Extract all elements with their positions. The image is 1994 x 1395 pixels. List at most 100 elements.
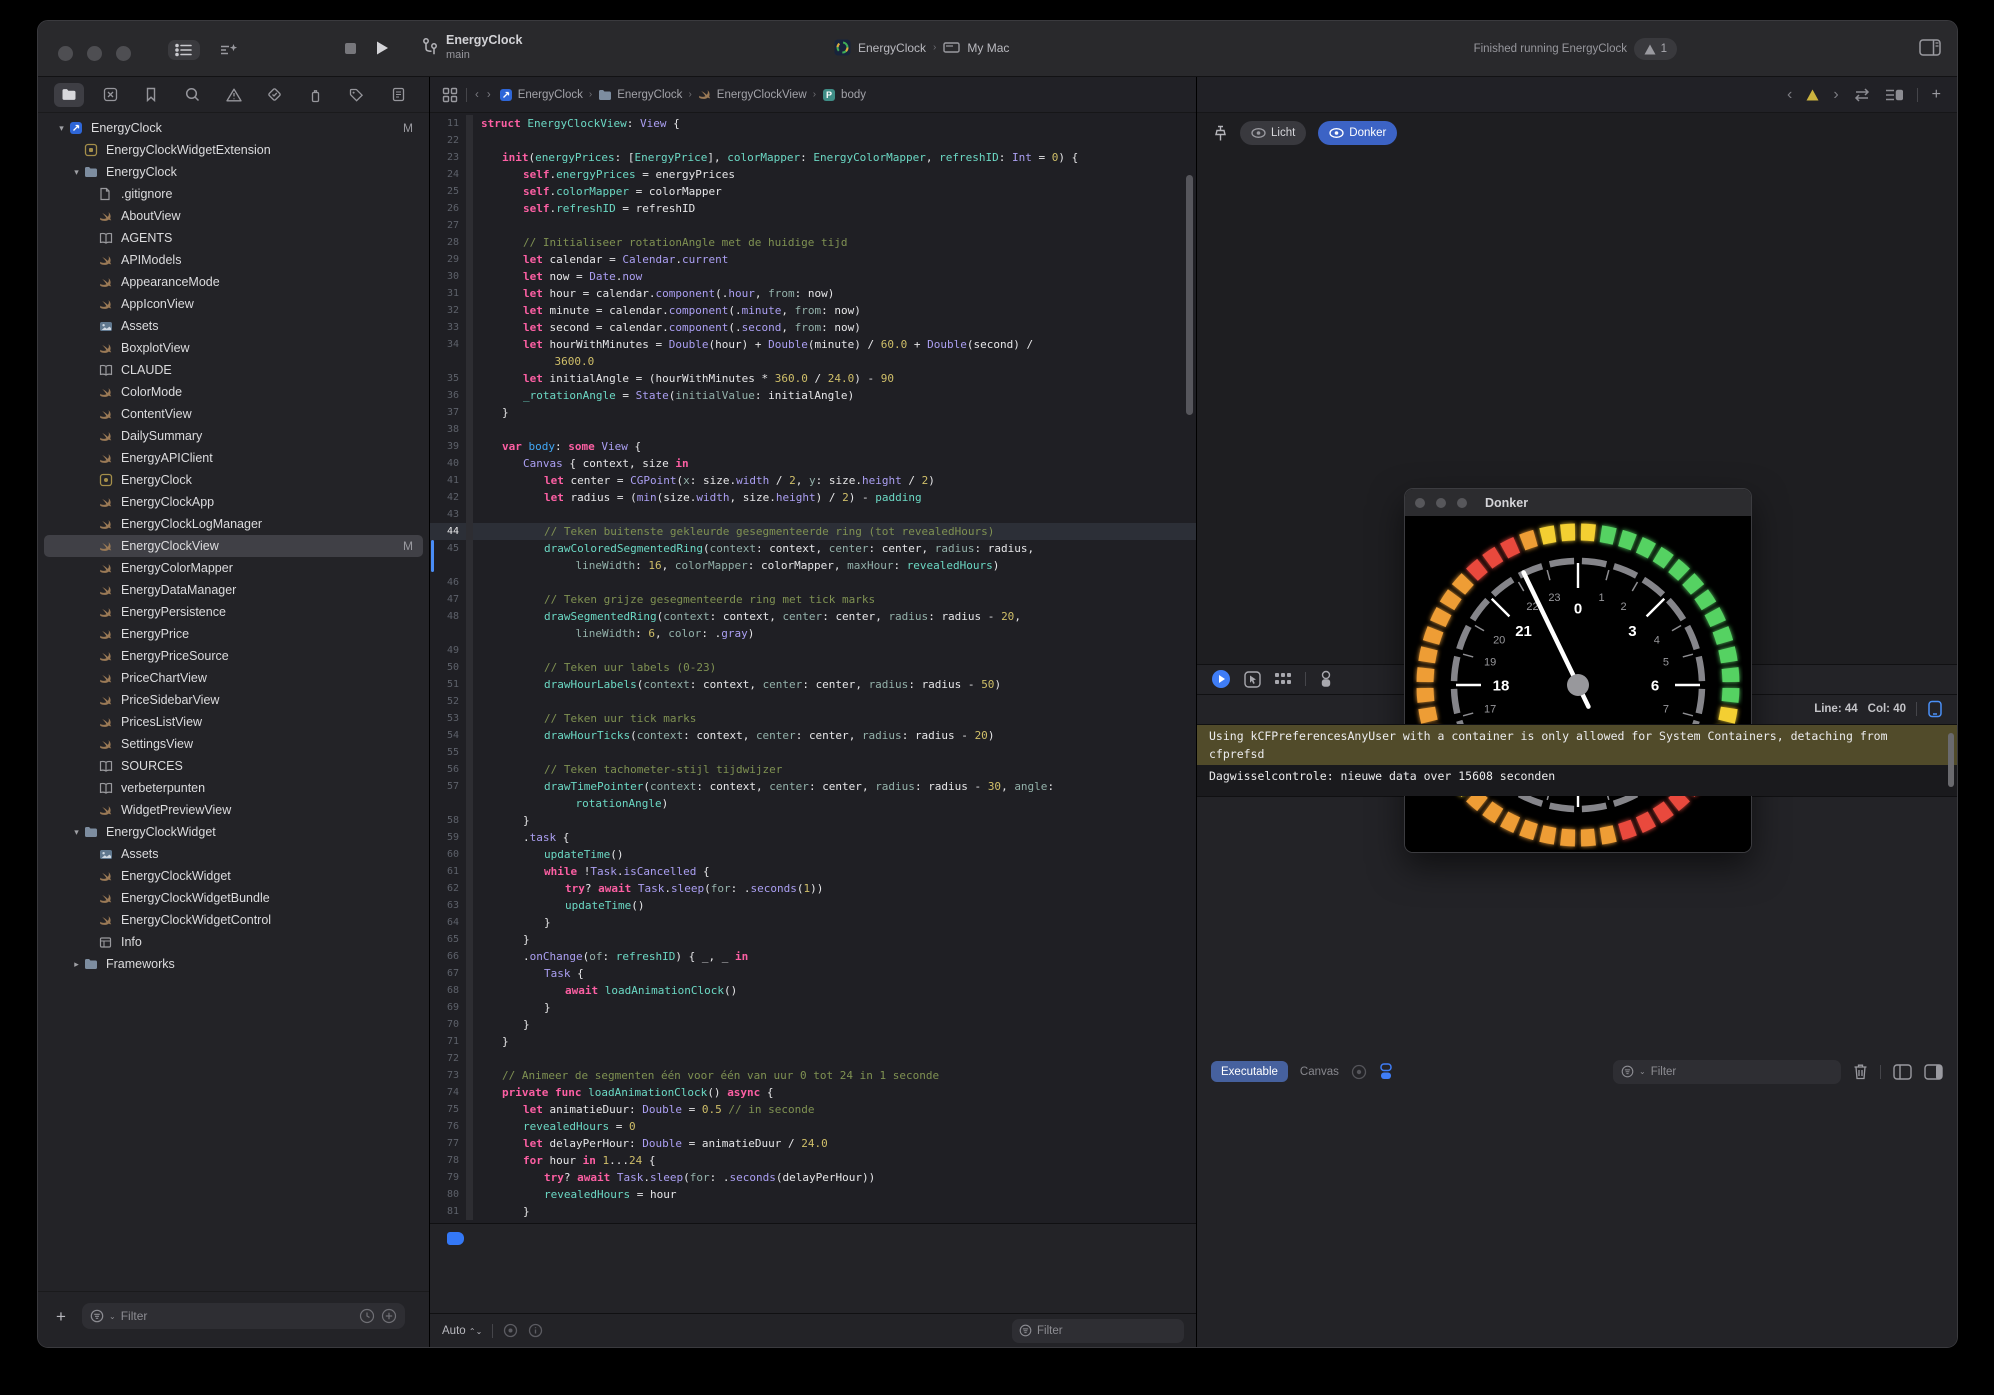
code-line-72[interactable]: 72	[430, 1050, 1196, 1067]
executable-scope-button[interactable]: Executable	[1211, 1061, 1288, 1082]
navigator-tab-spray[interactable]	[301, 83, 331, 107]
tree-item-EnergyClockWidgetExtension[interactable]: EnergyClockWidgetExtension	[44, 139, 423, 161]
tree-item-EnergyPriceSource[interactable]: EnergyPriceSource	[44, 645, 423, 667]
tree-item-APIModels[interactable]: APIModels	[44, 249, 423, 271]
code-line-75[interactable]: 75let animatieDuur: Double = 0.5 // in s…	[430, 1101, 1196, 1118]
code-line-70[interactable]: 70}	[430, 1016, 1196, 1033]
minimize-window-button[interactable]	[87, 46, 102, 61]
info-icon[interactable]	[528, 1323, 543, 1338]
code-line-73[interactable]: 73// Animeer de segmenten één voor één v…	[430, 1067, 1196, 1084]
scm-filter-icon[interactable]	[381, 1308, 397, 1324]
swap-editor-icon[interactable]	[1853, 88, 1871, 102]
console-mode-toggle[interactable]	[1379, 1063, 1393, 1080]
tree-item-EnergyAPIClient[interactable]: EnergyAPIClient	[44, 447, 423, 469]
tree-item-AboutView[interactable]: AboutView	[44, 205, 423, 227]
breadcrumb-item-EnergyClock[interactable]: EnergyClock	[598, 89, 682, 101]
navigator-tab-tests[interactable]	[260, 83, 290, 107]
issues-indicator[interactable]: 1	[1634, 38, 1677, 60]
code-line-35[interactable]: 35let initialAngle = (hourWithMinutes * …	[430, 370, 1196, 387]
breakpoint-indicator[interactable]	[447, 1232, 464, 1245]
device-settings-button[interactable]	[1319, 670, 1333, 688]
code-line-47[interactable]: 47// Teken grijze gesegmenteerde ring me…	[430, 591, 1196, 608]
tree-item-EnergyColorMapper[interactable]: EnergyColorMapper	[44, 557, 423, 579]
tree-item-CLAUDE[interactable]: CLAUDE	[44, 359, 423, 381]
toggle-inspector-button[interactable]	[1919, 39, 1941, 56]
code-line-42[interactable]: 42let radius = (min(size.width, size.hei…	[430, 489, 1196, 506]
navigator-style-button[interactable]	[168, 40, 200, 60]
tree-item-AGENTS[interactable]: AGENTS	[44, 227, 423, 249]
code-line-71[interactable]: 71}	[430, 1033, 1196, 1050]
back-button[interactable]: ‹	[475, 89, 479, 101]
code-line-44[interactable]: 44// Teken buitenste gekleurde gesegment…	[430, 523, 1196, 540]
code-line-37[interactable]: 37}	[430, 404, 1196, 421]
previous-issue-button[interactable]: ‹	[1787, 86, 1792, 104]
disclosure-chevron-icon[interactable]: ▸	[69, 959, 84, 970]
tree-item-Assets[interactable]: Assets	[44, 315, 423, 337]
code-line-74[interactable]: 74private func loadAnimationClock() asyn…	[430, 1084, 1196, 1101]
tree-item-Info[interactable]: Info	[44, 931, 423, 953]
tree-item-EnergyDataManager[interactable]: EnergyDataManager	[44, 579, 423, 601]
code-line-54[interactable]: 54drawHourTicks(context: context, center…	[430, 727, 1196, 744]
tree-item-EnergyClockApp[interactable]: EnergyClockApp	[44, 491, 423, 513]
code-line-77[interactable]: 77let delayPerHour: Double = animatieDuu…	[430, 1135, 1196, 1152]
code-line-32[interactable]: 32let minute = calendar.component(.minut…	[430, 302, 1196, 319]
code-line-25[interactable]: 25self.colorMapper = colorMapper	[430, 183, 1196, 200]
tree-item-EnergyClockView[interactable]: EnergyClockViewM	[44, 535, 423, 557]
code-line-67[interactable]: 67Task {	[430, 965, 1196, 982]
code-line-23[interactable]: 23init(energyPrices: [EnergyPrice], colo…	[430, 149, 1196, 166]
code-line-59[interactable]: 59.task {	[430, 829, 1196, 846]
variables-filter-field[interactable]: Filter	[1012, 1319, 1184, 1343]
dark-mode-button[interactable]: Donker	[1318, 121, 1397, 145]
live-preview-button[interactable]	[1211, 669, 1231, 689]
tree-item-ColorMode[interactable]: ColorMode	[44, 381, 423, 403]
close-window-button[interactable]	[58, 46, 73, 61]
code-line-11[interactable]: 11struct EnergyClockView: View {	[430, 115, 1196, 132]
run-button[interactable]	[375, 40, 389, 56]
add-editor-button[interactable]: +	[1932, 86, 1941, 104]
navigator-tab-bookmark[interactable]	[136, 83, 166, 107]
code-line-53[interactable]: 53// Teken uur tick marks	[430, 710, 1196, 727]
next-issue-button[interactable]: ›	[1833, 86, 1838, 104]
related-items-icon[interactable]	[442, 87, 458, 103]
code-line-57[interactable]: 57drawTimePointer(context: context, cent…	[430, 778, 1196, 795]
tree-item-.gitignore[interactable]: .gitignore	[44, 183, 423, 205]
flame-filter-icon[interactable]	[503, 1323, 518, 1338]
code-line-76[interactable]: 76revealedHours = 0	[430, 1118, 1196, 1135]
code-line-40[interactable]: 40Canvas { context, size in	[430, 455, 1196, 472]
pin-icon[interactable]	[1213, 125, 1228, 142]
breadcrumb-item-EnergyClock[interactable]: EnergyClock	[499, 88, 583, 102]
compose-editor-button[interactable]	[218, 43, 238, 59]
disclosure-chevron-icon[interactable]: ▾	[69, 827, 84, 838]
tree-item-SettingsView[interactable]: SettingsView	[44, 733, 423, 755]
tree-item-EnergyClockWidgetBundle[interactable]: EnergyClockWidgetBundle	[44, 887, 423, 909]
tree-item-EnergyPrice[interactable]: EnergyPrice	[44, 623, 423, 645]
code-line-62[interactable]: 62try? await Task.sleep(for: .seconds(1)…	[430, 880, 1196, 897]
console-entry[interactable]: Using kCFPreferencesAnyUser with a conta…	[1197, 725, 1957, 765]
navigator-filter-field[interactable]: ⌄ Filter	[82, 1303, 405, 1329]
tree-item-EnergyClockWidget[interactable]: EnergyClockWidget	[44, 865, 423, 887]
tree-item-Assets[interactable]: Assets	[44, 843, 423, 865]
hide-console-button[interactable]	[1924, 1064, 1943, 1080]
tree-item-Frameworks[interactable]: ▸Frameworks	[44, 953, 423, 975]
code-line-61[interactable]: 61while !Task.isCancelled {	[430, 863, 1196, 880]
editor-options-icon[interactable]	[1885, 88, 1903, 102]
disclosure-chevron-icon[interactable]: ▾	[54, 123, 69, 134]
code-line-80[interactable]: 80revealedHours = hour	[430, 1186, 1196, 1203]
tree-item-EnergyClock[interactable]: ▾EnergyClock	[44, 161, 423, 183]
code-line-56[interactable]: 56// Teken tachometer-stijl tijdwijzer	[430, 761, 1196, 778]
tree-item-WidgetPreviewView[interactable]: WidgetPreviewView	[44, 799, 423, 821]
code-line-29[interactable]: 29let calendar = Calendar.current	[430, 251, 1196, 268]
tree-item-AppearanceMode[interactable]: AppearanceMode	[44, 271, 423, 293]
code-line-30[interactable]: 30let now = Date.now	[430, 268, 1196, 285]
code-line-26[interactable]: 26self.refreshID = refreshID	[430, 200, 1196, 217]
code-line-81[interactable]: 81}	[430, 1203, 1196, 1220]
code-line-28[interactable]: 28// Initialiseer rotationAngle met de h…	[430, 234, 1196, 251]
code-line-31[interactable]: 31let hour = calendar.component(.hour, f…	[430, 285, 1196, 302]
code-line-51[interactable]: 51drawHourLabels(context: context, cente…	[430, 676, 1196, 693]
tree-item-AppIconView[interactable]: AppIconView	[44, 293, 423, 315]
code-line-79[interactable]: 79try? await Task.sleep(for: .seconds(de…	[430, 1169, 1196, 1186]
editor-scrollbar[interactable]	[1186, 175, 1193, 415]
code-line-48[interactable]: 48drawSegmentedRing(context: context, ce…	[430, 608, 1196, 625]
code-line-46[interactable]: 46	[430, 574, 1196, 591]
code-line-68[interactable]: 68await loadAnimationClock()	[430, 982, 1196, 999]
